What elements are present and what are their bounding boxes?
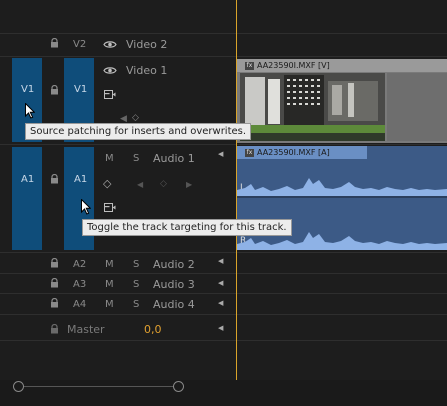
solo-button[interactable]: S (133, 299, 139, 310)
fx-badge: fx (245, 61, 254, 70)
track-name-a2: Audio 2 (153, 258, 195, 271)
lock-icon[interactable] (50, 298, 59, 308)
mute-button[interactable]: M (105, 299, 114, 310)
solo-button[interactable]: S (133, 279, 139, 290)
lock-icon[interactable] (50, 38, 59, 48)
video-clip[interactable]: fx AA23590I.MXF [V] (237, 59, 447, 143)
solo-button[interactable]: S (133, 259, 139, 270)
mute-button[interactable]: M (105, 279, 114, 290)
voiceover-record-icon[interactable] (104, 203, 116, 212)
track-label-a2[interactable]: A2 (73, 259, 86, 270)
lock-icon[interactable] (50, 278, 59, 288)
collapse-arrow-icon[interactable]: ◀ (218, 324, 223, 332)
collapse-arrow-icon[interactable]: ◀ (218, 257, 223, 265)
row-divider (0, 293, 447, 294)
prev-keyframe-icon[interactable]: ◀ (137, 180, 143, 189)
row-divider (0, 273, 447, 274)
waveform-left (237, 178, 447, 196)
clip-name: AA23590I.MXF [V] (257, 61, 330, 70)
row-divider (0, 144, 447, 145)
mute-button[interactable]: M (105, 153, 114, 164)
playhead[interactable] (236, 0, 237, 380)
track-name-a3: Audio 3 (153, 278, 195, 291)
collapse-arrow-icon[interactable]: ◀ (218, 279, 223, 287)
channel-divider (237, 196, 447, 198)
tooltip-source-patching: Source patching for inserts and overwrit… (25, 123, 252, 140)
source-patch-label-a1: A1 (21, 174, 35, 185)
add-keyframe-icon[interactable]: ◇ (132, 113, 139, 123)
scroll-track (18, 386, 178, 387)
add-keyframe-icon[interactable]: ◇ (160, 179, 167, 189)
tooltip-track-targeting: Toggle the track targeting for this trac… (82, 219, 292, 236)
clip-thumbnail (240, 73, 385, 141)
next-keyframe-icon[interactable]: ▶ (186, 180, 192, 189)
lock-icon[interactable] (50, 258, 59, 268)
track-name-a1: Audio 1 (153, 152, 195, 165)
lock-icon[interactable] (50, 324, 59, 334)
row-divider (0, 252, 447, 253)
scroll-handle-right[interactable] (173, 381, 184, 392)
eye-icon[interactable] (103, 40, 117, 49)
track-target-label-v1: V1 (74, 84, 88, 95)
clip-name: AA23590I.MXF [A] (257, 148, 330, 157)
row-divider (0, 340, 447, 341)
master-volume-value[interactable]: 0,0 (144, 323, 162, 336)
track-label-a3[interactable]: A3 (73, 279, 86, 290)
fx-badge: fx (245, 148, 254, 157)
collapse-arrow-icon[interactable]: ◀ (218, 299, 223, 307)
collapse-arrow-icon[interactable]: ◀ (218, 150, 223, 158)
timeline-zoom-scrollbar[interactable] (0, 380, 447, 406)
solo-button[interactable]: S (133, 153, 139, 164)
lock-icon[interactable] (50, 85, 59, 95)
row-divider (0, 314, 447, 315)
row-divider (0, 33, 447, 34)
clip-label: fx AA23590I.MXF [A] (242, 147, 333, 158)
track-name-master: Master (67, 323, 105, 336)
mouse-cursor-icon (81, 199, 91, 215)
lock-icon[interactable] (50, 174, 59, 184)
eye-icon[interactable] (103, 66, 117, 75)
track-target-label-a1: A1 (74, 174, 88, 185)
keyframe-toggle-icon[interactable] (104, 90, 116, 99)
mouse-cursor-icon (25, 103, 35, 119)
source-patch-a1[interactable] (12, 147, 42, 250)
clip-filler (387, 73, 447, 141)
clip-label: fx AA23590I.MXF [V] (242, 60, 333, 71)
track-name-v2: Video 2 (126, 38, 168, 51)
row-divider (0, 56, 447, 57)
track-label-v2[interactable]: V2 (73, 39, 86, 50)
track-label-a4[interactable]: A4 (73, 299, 86, 310)
source-patch-label-v1: V1 (21, 84, 35, 95)
mute-button[interactable]: M (105, 259, 114, 270)
keyframe-toggle-icon[interactable]: ◇ (103, 177, 111, 190)
scroll-handle-left[interactable] (13, 381, 24, 392)
track-name-v1: Video 1 (126, 64, 168, 77)
track-name-a4: Audio 4 (153, 298, 195, 311)
